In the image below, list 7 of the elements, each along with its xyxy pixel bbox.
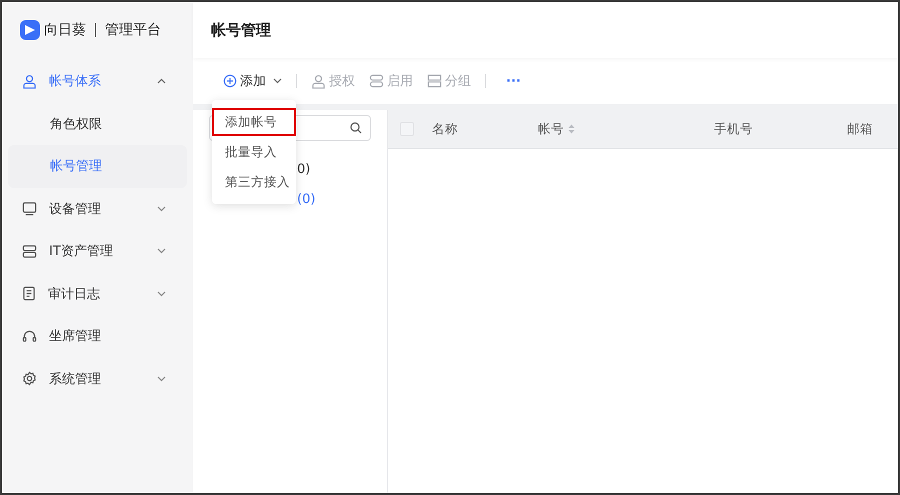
brand-subtitle: 管理平台 bbox=[105, 21, 161, 39]
brand-name: 向日葵 bbox=[44, 21, 86, 39]
column-header: 名称 bbox=[432, 120, 459, 138]
column-header: 手机号 bbox=[714, 120, 754, 138]
page-title: 帐号管理 bbox=[211, 20, 271, 40]
column-header: 帐号 bbox=[538, 120, 714, 138]
column-header: 邮箱 bbox=[847, 120, 874, 138]
